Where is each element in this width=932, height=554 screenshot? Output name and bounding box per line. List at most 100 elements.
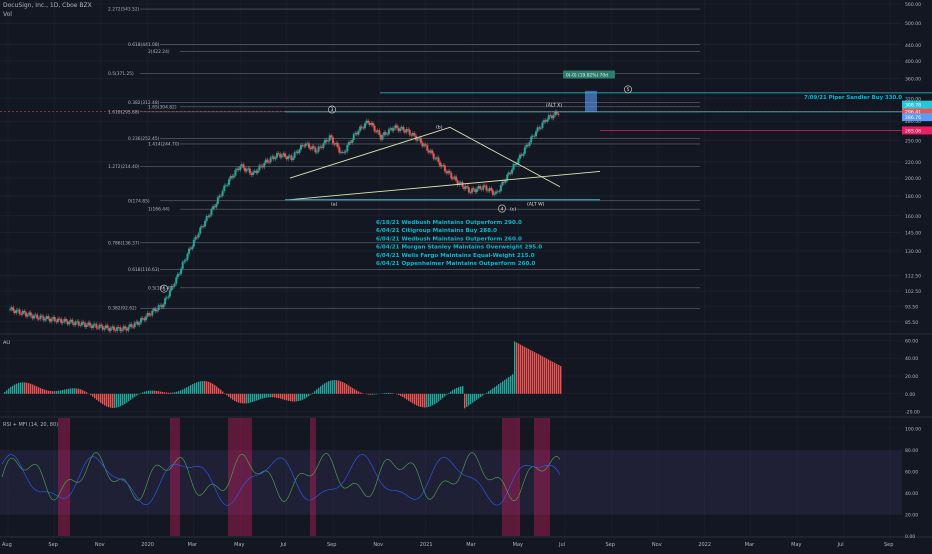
fib-level-label: 0.382(92.62) [108, 306, 137, 312]
ao-bar [186, 387, 187, 393]
ao-bar [502, 381, 503, 393]
ao-bar [272, 394, 273, 398]
ao-bar [120, 394, 121, 406]
ao-bar [306, 394, 307, 398]
candle-body [505, 180, 507, 182]
rsi-tick-label: 100.00 [905, 427, 921, 433]
candle-body [233, 176, 235, 178]
ao-bar [280, 394, 281, 399]
ao-bar [194, 383, 195, 394]
ao-bar [240, 394, 241, 403]
ao-bar [548, 360, 549, 394]
ao-bar [336, 380, 337, 394]
chart-svg: 560.00500.00440.00400.00360.00320.00280.… [0, 0, 932, 550]
ao-bar [312, 393, 313, 394]
fib-level-label: 2.272(543.52) [108, 7, 140, 13]
ao-bar [168, 393, 169, 394]
ao-bar [258, 394, 259, 400]
mfi-highlight [534, 418, 550, 536]
candle-body [95, 324, 97, 328]
analyst-annotation: 6/18/21 Wedbush Maintains Outperform 290… [376, 220, 522, 226]
candle-body [511, 169, 513, 173]
ao-bar [288, 394, 289, 401]
volume-legend[interactable]: Vol [3, 11, 12, 18]
candle-body [124, 326, 126, 328]
ao-bar [544, 358, 545, 394]
ao-bar [180, 390, 181, 393]
ao-bar [16, 384, 17, 394]
ao-bar [30, 384, 31, 394]
ao-bar [308, 394, 309, 396]
ao-bar [26, 383, 27, 394]
ao-bar [320, 386, 321, 394]
candle-body [23, 311, 25, 313]
x-tick-label: Nov [95, 542, 105, 548]
ao-bar [454, 389, 455, 394]
candle-body [62, 322, 64, 323]
candle-body [529, 142, 531, 146]
ao-bar [126, 394, 127, 403]
ao-bar [250, 394, 251, 403]
ao-bar [246, 394, 247, 404]
ao-bar [118, 394, 119, 407]
wave-label: (ALT W) [527, 202, 545, 208]
ao-bar [412, 394, 413, 404]
price-tick-label: 85.50 [905, 320, 918, 326]
ao-bar [486, 393, 487, 394]
ao-bar [94, 394, 95, 398]
ao-bar [154, 391, 155, 394]
ao-bar [236, 394, 237, 402]
candle-body [367, 121, 369, 123]
ao-bar [314, 391, 315, 394]
ao-bar [92, 394, 93, 397]
ao-bar [208, 382, 209, 394]
ao-bar [420, 394, 421, 407]
ao-bar [270, 394, 271, 397]
candle-body [294, 152, 296, 158]
candle-body [353, 134, 355, 140]
ao-bar [402, 394, 403, 397]
ao-bar [98, 394, 99, 402]
price-tick-label: 400.00 [905, 59, 921, 65]
price-tick-label: 112.50 [905, 273, 921, 279]
ao-bar [342, 382, 343, 394]
ao-bar [414, 394, 415, 405]
candle-body [332, 137, 334, 143]
wave-label: (ALT X) [546, 103, 562, 109]
price-tick-label: 440.00 [905, 43, 921, 49]
ao-bar [86, 392, 87, 393]
ao-bar [200, 381, 201, 394]
ao-bar [302, 394, 303, 400]
ao-bar [406, 394, 407, 400]
ao-bar [12, 386, 13, 394]
ao-bar [444, 394, 445, 397]
ao-bar [8, 389, 9, 394]
ao-bar [304, 394, 305, 399]
ao-bar [536, 353, 537, 394]
ao-bar [174, 392, 175, 394]
ao-bar [284, 394, 285, 400]
ao-bar [112, 394, 113, 408]
ao-bar [464, 394, 465, 409]
fib-level-label: 1(166.44) [148, 207, 170, 213]
candle-body [364, 123, 366, 128]
candle-body [345, 151, 347, 152]
candle-body [274, 158, 276, 160]
fib-level-label: 0(174.85) [128, 198, 150, 204]
candle-body [186, 254, 188, 260]
ao-bar [426, 394, 427, 408]
candle-body [54, 317, 56, 321]
symbol-legend[interactable]: DocuSign, Inc., 1D, Cboe BZX [3, 2, 92, 9]
price-tick-label: 200.00 [905, 176, 921, 182]
ao-bar [398, 394, 399, 395]
mfi-highlight [228, 418, 252, 536]
ao-bar [366, 394, 367, 395]
candle-body [500, 185, 502, 191]
candle-body [553, 115, 555, 118]
ao-bar [256, 394, 257, 401]
price-tick-label: 130.00 [905, 249, 921, 255]
candle-body [382, 135, 384, 139]
candle-body [452, 178, 454, 179]
ao-bar [476, 394, 477, 400]
ao-bar [152, 391, 153, 394]
